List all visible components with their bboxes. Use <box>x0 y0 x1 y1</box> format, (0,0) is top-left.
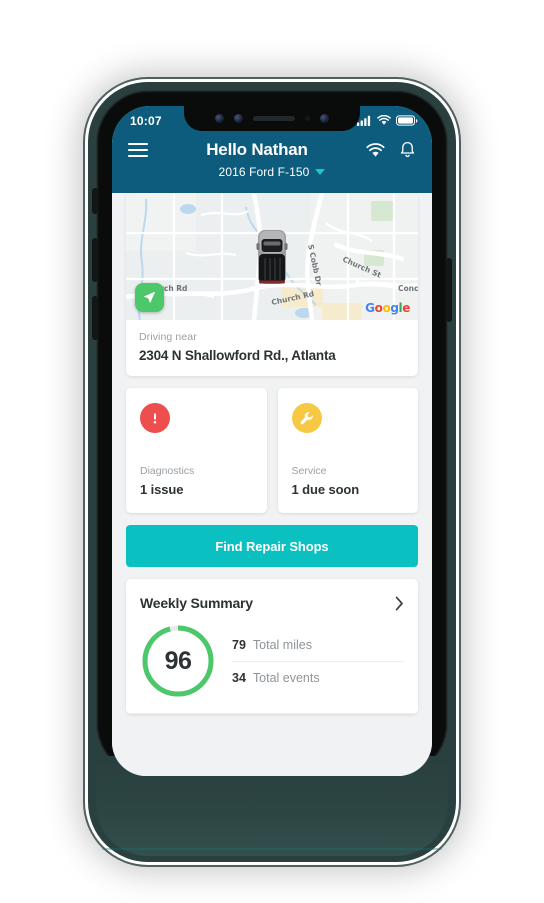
vehicle-name: 2016 Ford F-150 <box>218 165 310 179</box>
weekly-summary-title: Weekly Summary <box>140 595 253 611</box>
volume-up-button[interactable] <box>92 238 98 282</box>
wifi-icon <box>377 115 391 125</box>
driving-near-label: Driving near <box>139 331 197 343</box>
battery-icon <box>396 115 418 126</box>
map-view[interactable]: Church Rd Church Rd S Cobb Dr Church St … <box>126 193 418 320</box>
wrench-glyph <box>300 411 313 424</box>
app-content: Church Rd Church Rd S Cobb Dr Church St … <box>112 193 432 776</box>
hamburger-menu-icon[interactable] <box>128 143 148 157</box>
svg-text:Conc: Conc <box>398 284 418 293</box>
page-title: Hello Nathan <box>206 140 308 159</box>
stat-total-miles: 79 Total miles <box>232 629 404 661</box>
wrench-icon <box>291 403 322 433</box>
weekly-summary-body: 96 79 Total miles 34 Total events <box>140 623 404 713</box>
alert-exclamation-icon <box>140 403 170 433</box>
silent-switch-button[interactable] <box>92 188 98 214</box>
current-address: 2304 N Shallowford Rd., Atlanta <box>139 348 336 363</box>
service-card[interactable]: Service 1 due soon <box>277 388 418 513</box>
notification-bell-icon[interactable] <box>399 141 416 159</box>
display-notch <box>184 106 360 131</box>
total-miles-label: Total miles <box>252 637 312 652</box>
driving-score-ring: 96 <box>140 623 216 699</box>
header-actions <box>366 141 416 159</box>
front-camera-icon <box>234 114 243 123</box>
find-repair-shops-button[interactable]: Find Repair Shops <box>126 525 418 567</box>
screenshot-stage: 10:07 Hello Nathan 2016 Ford F-150 Churc… <box>0 0 544 903</box>
service-value: 1 due soon <box>291 482 360 497</box>
diagnostics-title: Diagnostics <box>140 465 195 477</box>
weekly-stats-list: 79 Total miles 34 Total events <box>232 629 404 694</box>
app-header: Hello Nathan 2016 Ford F-150 <box>112 133 432 197</box>
status-bar-time: 10:07 <box>130 113 162 128</box>
navigation-arrow-icon[interactable] <box>135 283 164 312</box>
chevron-down-icon <box>315 169 326 175</box>
location-card[interactable]: Church Rd Church Rd S Cobb Dr Church St … <box>126 193 418 376</box>
weekly-summary-header[interactable]: Weekly Summary <box>140 595 404 611</box>
sensor-dot-icon <box>215 114 224 123</box>
total-events-label: Total events <box>252 670 320 685</box>
navigation-arrow-glyph <box>143 291 156 304</box>
proximity-dot-icon <box>305 116 310 121</box>
vehicle-selector[interactable]: 2016 Ford F-150 <box>128 165 416 179</box>
weekly-summary-card[interactable]: Weekly Summary 96 79 Total miles 34 Tota… <box>126 579 418 714</box>
phone-screen: 10:07 Hello Nathan 2016 Ford F-150 Churc… <box>112 106 432 776</box>
pickup-truck-top-view-icon <box>256 229 288 284</box>
chevron-right-icon[interactable] <box>395 596 404 611</box>
exclamation-glyph <box>153 413 157 424</box>
service-title: Service <box>291 465 327 477</box>
status-cards-row: Diagnostics 1 issue Service 1 due soon <box>126 388 418 513</box>
summary-divider <box>126 713 418 714</box>
power-button[interactable] <box>446 258 452 322</box>
stat-total-events: 34 Total events <box>232 660 404 694</box>
total-events-value: 34 <box>232 670 246 685</box>
earpiece-speaker-icon <box>253 116 295 121</box>
diagnostics-value: 1 issue <box>140 482 184 497</box>
app-header-row: Hello Nathan <box>128 140 416 160</box>
total-miles-value: 79 <box>232 637 246 652</box>
front-camera-icon <box>320 114 329 123</box>
location-meta: Driving near 2304 N Shallowford Rd., Atl… <box>126 320 418 376</box>
diagnostics-card[interactable]: Diagnostics 1 issue <box>126 388 267 513</box>
driving-score-value: 96 <box>164 646 192 675</box>
status-bar-icons <box>357 115 418 126</box>
wifi-icon[interactable] <box>366 142 385 158</box>
google-attribution-logo: Google <box>365 301 410 315</box>
volume-down-button[interactable] <box>92 296 98 340</box>
